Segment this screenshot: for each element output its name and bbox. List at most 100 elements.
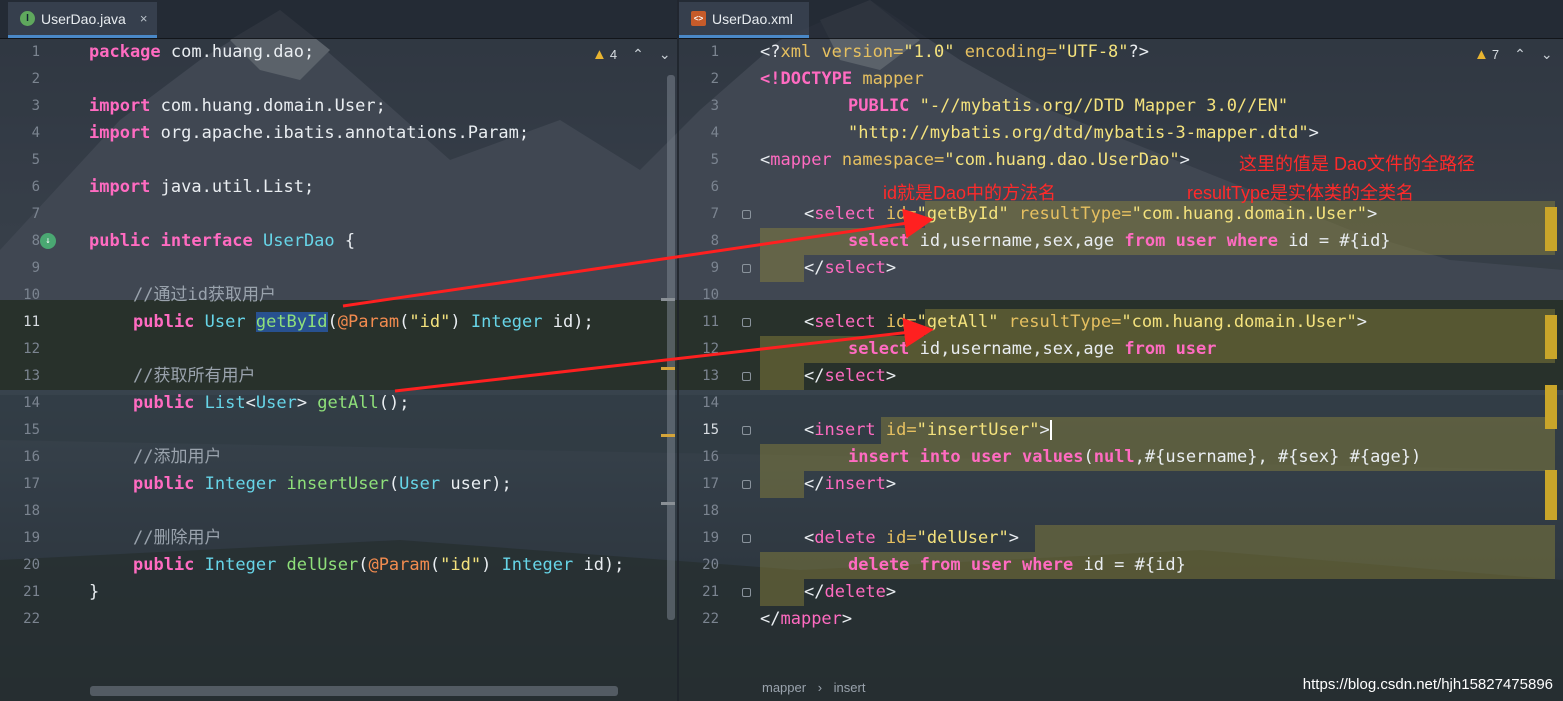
keyword: public	[133, 474, 195, 494]
code-text: <	[245, 393, 256, 413]
code-text: >	[885, 474, 897, 494]
code-text: >	[296, 393, 318, 413]
code-line-20[interactable]: public Integer delUser(@Param("id") Inte…	[133, 552, 624, 579]
breadcrumb-item[interactable]: mapper	[762, 680, 806, 695]
tag-name: insert	[814, 420, 876, 440]
line-number: 20	[23, 557, 40, 573]
code-line-10[interactable]: //通过id获取用户	[133, 282, 276, 309]
line-number: 21	[702, 584, 719, 600]
xml-line-12[interactable]: select id,username,sex,age from user	[848, 336, 1217, 363]
code-text: id);	[542, 312, 594, 332]
code-text: com.huang.domain.User;	[150, 96, 386, 116]
xml-line-17[interactable]: </insert>	[804, 471, 896, 498]
tag-name: select	[814, 312, 876, 332]
fold-icon[interactable]	[742, 534, 751, 543]
line-number: 14	[702, 395, 719, 411]
highlight-block	[1035, 525, 1555, 552]
generic-type: User	[255, 393, 297, 413]
tag-name: mapper	[780, 609, 842, 629]
attr-value: "delUser"	[916, 528, 1009, 548]
attr-name: resultType=	[1008, 204, 1132, 224]
breadcrumb-item[interactable]: insert	[834, 680, 866, 695]
line-number: 12	[702, 341, 719, 357]
fold-icon[interactable]	[742, 210, 751, 219]
attr-value: "com.huang.dao.UserDao"	[944, 150, 1180, 170]
code-line-11[interactable]: public User getById(@Param("id") Integer…	[133, 309, 594, 336]
code-line-21[interactable]: }	[89, 579, 99, 606]
chevron-down-icon[interactable]: ⌄	[1541, 46, 1553, 63]
fold-icon[interactable]	[742, 372, 751, 381]
line-number: 4	[31, 125, 40, 141]
sql-table: user	[970, 447, 1012, 467]
sql-keyword: null	[1093, 447, 1135, 467]
inspection-widget[interactable]: ▲ 7 ⌃ ⌄	[1474, 46, 1553, 63]
breadcrumb[interactable]: mapper › insert	[762, 680, 865, 695]
close-icon[interactable]: ×	[140, 11, 148, 26]
return-type: Integer	[194, 474, 287, 494]
xml-line-20[interactable]: delete from user where id = #{id}	[848, 552, 1186, 579]
comment: //添加用户	[133, 447, 222, 467]
xml-line-22[interactable]: </mapper>	[760, 606, 852, 633]
param-type: Integer	[501, 555, 574, 575]
code-text: >	[885, 258, 897, 278]
vertical-scrollbar[interactable]	[667, 75, 675, 620]
code-line-19[interactable]: //删除用户	[133, 525, 221, 552]
code-text: id,username,sex,age	[909, 339, 1125, 359]
xml-line-8[interactable]: select id,username,sex,age from user whe…	[848, 228, 1391, 255]
fold-icon[interactable]	[742, 588, 751, 597]
xml-line-3[interactable]: PUBLIC "-//mybatis.org//DTD Mapper 3.0//…	[848, 93, 1288, 120]
xml-line-13[interactable]: </select>	[804, 363, 896, 390]
comment: //删除用户	[133, 528, 222, 548]
xml-line-11[interactable]: <select id="getAll" resultType="com.huan…	[804, 309, 1367, 336]
xml-line-4[interactable]: "http://mybatis.org/dtd/mybatis-3-mapper…	[848, 120, 1319, 147]
code-line-6[interactable]: import java.util.List;	[89, 174, 314, 201]
fold-icon[interactable]	[742, 426, 751, 435]
tag-name: insert	[824, 474, 886, 494]
tab-userdao-xml[interactable]: <> UserDao.xml	[679, 2, 809, 38]
code-line-4[interactable]: import org.apache.ibatis.annotations.Par…	[89, 120, 529, 147]
attr-value: "insertUser"	[916, 420, 1040, 440]
tab-userdao-java[interactable]: I UserDao.java ×	[8, 2, 158, 38]
code-line-13[interactable]: //获取所有用户	[133, 363, 255, 390]
code-line-8[interactable]: public interface UserDao {	[89, 228, 355, 255]
sql-keyword: where	[1022, 555, 1074, 575]
method-name: insertUser	[286, 474, 389, 494]
chevron-down-icon[interactable]: ⌄	[659, 46, 671, 63]
scroll-marker	[1545, 385, 1557, 429]
code-text: >	[1039, 420, 1050, 440]
xml-line-19[interactable]: <delete id="delUser">	[804, 525, 1019, 552]
code-line-1[interactable]: package com.huang.dao;	[89, 39, 314, 66]
xml-line-15[interactable]: <insert id="insertUser">	[804, 417, 1052, 444]
code-line-16[interactable]: //添加用户	[133, 444, 221, 471]
tag-name: select	[824, 258, 886, 278]
inspection-widget[interactable]: ▲ 4 ⌃ ⌄	[592, 46, 671, 63]
xml-line-7[interactable]: <select id="getById" resultType="com.hua…	[804, 201, 1377, 228]
chevron-up-icon[interactable]: ⌃	[1514, 46, 1526, 63]
xml-line-2[interactable]: <!DOCTYPE mapper	[760, 66, 924, 93]
code-line-3[interactable]: import com.huang.domain.User;	[89, 93, 386, 120]
fold-icon[interactable]	[742, 318, 751, 327]
watermark: https://blog.csdn.net/hjh15827475896	[1302, 676, 1553, 693]
horizontal-scrollbar[interactable]	[90, 686, 618, 696]
keyword: public interface	[89, 231, 253, 251]
xml-line-1[interactable]: <?xml version="1.0" encoding="UTF-8"?>	[760, 39, 1149, 66]
code-line-17[interactable]: public Integer insertUser(User user);	[133, 471, 512, 498]
xml-line-5[interactable]: <mapper namespace="com.huang.dao.UserDao…	[760, 147, 1190, 174]
line-number: 2	[31, 71, 40, 87]
fold-icon[interactable]	[742, 264, 751, 273]
chevron-up-icon[interactable]: ⌃	[632, 46, 644, 63]
implemented-interface-icon[interactable]: ↓	[40, 233, 56, 249]
xml-line-21[interactable]: </delete>	[804, 579, 896, 606]
line-number: 22	[23, 611, 40, 627]
warning-count: 7	[1491, 47, 1500, 62]
xml-line-16[interactable]: insert into user values(null,#{username}…	[848, 444, 1421, 471]
param-type: User	[399, 474, 441, 494]
xml-line-9[interactable]: </select>	[804, 255, 896, 282]
line-number: 13	[23, 368, 40, 384]
return-type: Integer	[194, 555, 287, 575]
keyword: public	[133, 555, 195, 575]
code-line-14[interactable]: public List<User> getAll();	[133, 390, 409, 417]
fold-icon[interactable]	[742, 480, 751, 489]
